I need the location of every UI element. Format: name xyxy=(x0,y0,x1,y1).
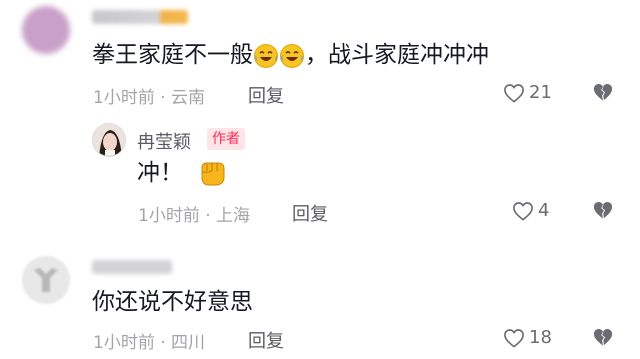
reply-button[interactable]: 回复 xyxy=(292,200,328,226)
username-blurred[interactable] xyxy=(92,260,172,274)
broken-heart-icon xyxy=(593,202,613,219)
like-count: 18 xyxy=(529,327,552,348)
dislike-button[interactable] xyxy=(592,82,614,106)
like-button[interactable]: 18 xyxy=(503,327,552,348)
reply-text: 冲！ xyxy=(137,158,228,188)
avatar[interactable] xyxy=(22,6,70,54)
reply-button[interactable]: 回复 xyxy=(248,82,284,108)
avatar-image-blurred xyxy=(22,256,70,304)
like-button[interactable]: 21 xyxy=(503,82,552,103)
heart-outline-icon xyxy=(504,328,524,348)
author-avatar-image xyxy=(93,124,125,156)
reply-button[interactable]: 回复 xyxy=(248,327,284,353)
author-badge: 作者 xyxy=(207,128,245,150)
author-name[interactable]: 冉莹颖 xyxy=(137,128,191,154)
fist-bump-emoji xyxy=(201,162,225,185)
reply-meta: 1小时前 · 上海 xyxy=(138,206,251,226)
dislike-button[interactable] xyxy=(592,327,614,351)
comment-text: 你还说不好意思 xyxy=(92,289,253,315)
like-count: 21 xyxy=(529,82,552,103)
like-button[interactable]: 4 xyxy=(512,200,549,221)
avatar[interactable] xyxy=(92,123,126,157)
heart-outline-icon xyxy=(513,201,533,221)
like-count: 4 xyxy=(538,200,550,221)
comment-meta: 1小时前 · 四川 xyxy=(93,333,206,353)
laughing-crying-emoji xyxy=(280,43,304,68)
avatar[interactable] xyxy=(22,256,70,304)
heart-outline-icon xyxy=(504,83,524,103)
broken-heart-icon xyxy=(593,329,613,346)
broken-heart-icon xyxy=(593,84,613,101)
username-blurred[interactable] xyxy=(92,10,188,24)
dislike-button[interactable] xyxy=(592,200,614,224)
comment-meta: 1小时前 · 云南 xyxy=(93,88,206,108)
laughing-crying-emoji xyxy=(254,43,278,68)
comment-text: 拳王家庭不一般 ，战斗家庭冲冲冲 xyxy=(92,42,489,68)
